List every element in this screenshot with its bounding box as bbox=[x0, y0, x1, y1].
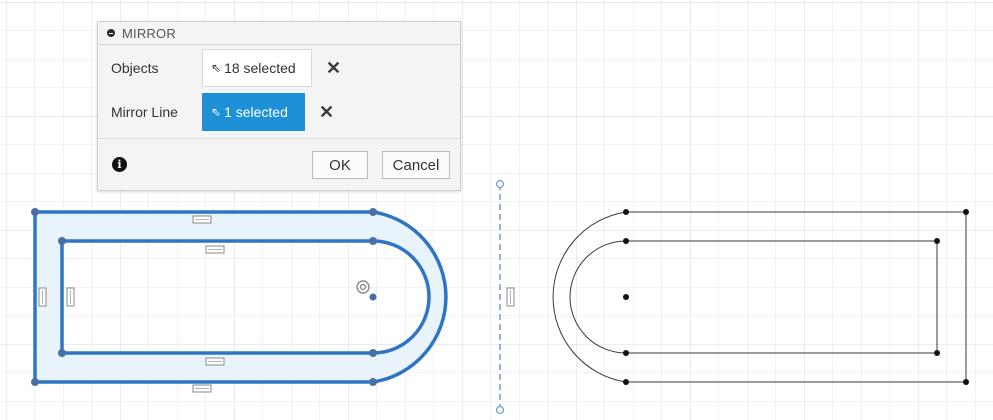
sketch-point[interactable] bbox=[58, 237, 66, 245]
objects-selection-value: 18 selected bbox=[224, 60, 296, 76]
center-point[interactable] bbox=[623, 294, 629, 300]
cursor-arrow-icon: ⇖ bbox=[211, 61, 222, 75]
sketch-point[interactable] bbox=[369, 237, 377, 245]
objects-row: Objects ⇖ 18 selected ✕ bbox=[98, 49, 460, 87]
sketch-point[interactable] bbox=[58, 349, 66, 357]
sketch-point[interactable] bbox=[963, 379, 969, 385]
mirror-line-endpoint[interactable] bbox=[495, 179, 505, 189]
objects-selection-field[interactable]: ⇖ 18 selected bbox=[202, 49, 312, 87]
info-icon[interactable]: i bbox=[112, 157, 127, 172]
sketch-point[interactable] bbox=[934, 350, 940, 356]
sketch-point[interactable] bbox=[623, 379, 629, 385]
dialog-title: MIRROR bbox=[122, 25, 176, 41]
cancel-button[interactable]: Cancel bbox=[382, 151, 450, 179]
mirror-line-endpoint[interactable] bbox=[495, 405, 505, 415]
cursor-arrow-icon: ⇖ bbox=[211, 105, 222, 119]
sketch-point[interactable] bbox=[369, 208, 377, 216]
sketch-point[interactable] bbox=[623, 238, 629, 244]
ok-button[interactable]: OK bbox=[312, 151, 368, 179]
collapse-icon[interactable] bbox=[107, 29, 115, 37]
sketch-point[interactable] bbox=[369, 378, 377, 386]
sketch-point[interactable] bbox=[934, 238, 940, 244]
sketch-point[interactable] bbox=[31, 208, 39, 216]
mirror-line-selection-value: 1 selected bbox=[224, 104, 288, 120]
clear-objects-icon[interactable]: ✕ bbox=[326, 58, 341, 79]
mirror-line-row: Mirror Line ⇖ 1 selected ✕ bbox=[98, 93, 460, 131]
sketch-point[interactable] bbox=[369, 349, 377, 357]
center-point[interactable] bbox=[369, 293, 377, 301]
sketch-point[interactable] bbox=[963, 209, 969, 215]
dialog-header[interactable]: MIRROR bbox=[98, 22, 460, 45]
sketch-point[interactable] bbox=[31, 378, 39, 386]
sketch-point[interactable] bbox=[623, 209, 629, 215]
mirror-line-label: Mirror Line bbox=[111, 104, 178, 120]
objects-label: Objects bbox=[111, 60, 159, 76]
mirror-line-selection-field[interactable]: ⇖ 1 selected bbox=[202, 93, 305, 131]
sketch-point[interactable] bbox=[623, 350, 629, 356]
clear-mirror-line-icon[interactable]: ✕ bbox=[319, 102, 334, 123]
mirror-dialog: MIRROR Objects ⇖ 18 selected ✕ Mirror Li… bbox=[97, 21, 461, 191]
dialog-divider bbox=[98, 138, 460, 139]
